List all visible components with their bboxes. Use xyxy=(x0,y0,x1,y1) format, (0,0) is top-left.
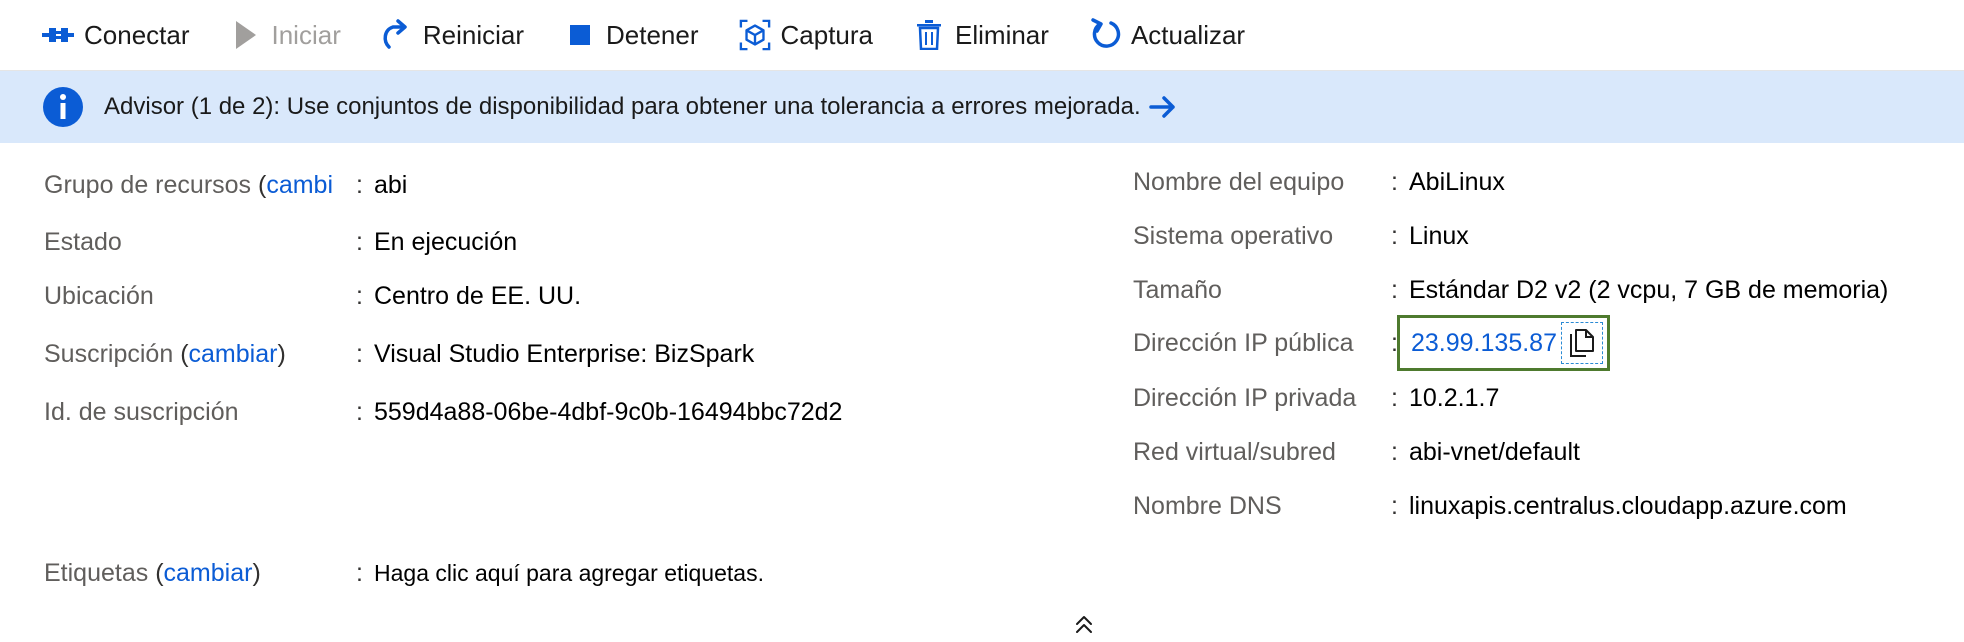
separator: : xyxy=(1391,275,1398,304)
restart-icon xyxy=(381,19,413,51)
stop-icon xyxy=(564,19,596,51)
dns-label: Nombre DNS xyxy=(1133,491,1282,520)
property-public-ip: Dirección IP pública : 23.99.135.87 xyxy=(1133,314,1610,372)
refresh-label: Actualizar xyxy=(1130,19,1246,50)
separator: : xyxy=(356,170,363,199)
chevron-double-up-icon[interactable] xyxy=(1072,612,1096,636)
property-private-ip: Dirección IP privada : 10.2.1.7 xyxy=(1133,378,1499,418)
location-label: Ubicación xyxy=(44,281,154,310)
delete-label: Eliminar xyxy=(955,19,1049,50)
restart-label: Reiniciar xyxy=(422,19,525,50)
capture-label: Captura xyxy=(780,19,874,50)
tags-change-link[interactable]: cambiar xyxy=(164,559,253,587)
separator: : xyxy=(356,227,363,256)
separator: : xyxy=(356,339,363,368)
property-os: Sistema operativo : Linux xyxy=(1133,216,1469,256)
separator: : xyxy=(1391,437,1398,466)
resource-group-link[interactable]: abi xyxy=(374,171,407,200)
property-computer-name: Nombre del equipo : AbiLinux xyxy=(1133,162,1505,202)
property-status: Estado : En ejecución xyxy=(44,222,517,262)
property-location: Ubicación : Centro de EE. UU. xyxy=(44,276,581,316)
property-tags: Etiquetas (cambiar) : Haga clic aquí par… xyxy=(44,553,764,593)
start-label: Iniciar xyxy=(271,19,341,50)
status-value: En ejecución xyxy=(374,227,518,256)
property-subscription: Suscripción (cambiar) : Visual Studio En… xyxy=(44,334,754,374)
start-button[interactable]: Iniciar xyxy=(230,11,341,59)
property-resource-group: Grupo de recursos (cambi : abi xyxy=(44,165,407,205)
property-dns: Nombre DNS : linuxapis.centralus.cloudap… xyxy=(1133,486,1847,526)
computer-name-value: AbiLinux xyxy=(1409,167,1505,196)
info-icon xyxy=(43,87,83,127)
public-ip-link[interactable]: 23.99.135.87 xyxy=(1411,329,1557,358)
resource-group-change-link[interactable]: cambi xyxy=(266,171,333,199)
subscription-id-value: 559d4a88-06be-4dbf-9c0b-16494bbc72d2 xyxy=(374,397,843,426)
subscription-change-link[interactable]: cambiar xyxy=(189,340,278,368)
os-value: Linux xyxy=(1409,221,1469,250)
advisor-banner: Advisor (1 de 2): Use conjuntos de dispo… xyxy=(0,71,1964,143)
arrow-right-icon[interactable] xyxy=(1148,95,1177,119)
separator: : xyxy=(1391,491,1398,520)
vnet-link[interactable]: abi-vnet/default xyxy=(1409,438,1580,467)
stop-label: Detener xyxy=(606,19,699,50)
capture-button[interactable]: Captura xyxy=(739,11,874,59)
computer-name-label: Nombre del equipo xyxy=(1133,167,1345,196)
os-label: Sistema operativo xyxy=(1133,221,1334,250)
connect-label: Conectar xyxy=(84,19,190,50)
separator: : xyxy=(356,281,363,310)
copy-icon xyxy=(1569,329,1594,357)
stop-button[interactable]: Detener xyxy=(564,11,699,59)
connect-icon xyxy=(42,19,74,51)
size-label: Tamaño xyxy=(1133,275,1222,304)
private-ip-value: 10.2.1.7 xyxy=(1409,383,1500,412)
connect-button[interactable]: Conectar xyxy=(42,11,190,59)
tags-label: Etiquetas (cambiar) xyxy=(44,558,261,587)
subscription-link[interactable]: Visual Studio Enterprise: BizSpark xyxy=(374,340,754,369)
vnet-label: Red virtual/subred xyxy=(1133,437,1336,466)
separator: : xyxy=(1391,221,1398,250)
capture-icon xyxy=(739,19,771,51)
status-label: Estado xyxy=(44,227,122,256)
copy-button[interactable] xyxy=(1560,322,1603,364)
separator: : xyxy=(1391,167,1398,196)
property-subscription-id: Id. de suscripción : 559d4a88-06be-4dbf-… xyxy=(44,392,842,432)
location-value: Centro de EE. UU. xyxy=(374,281,582,310)
refresh-button[interactable]: Actualizar xyxy=(1089,11,1245,59)
separator: : xyxy=(1391,383,1398,412)
private-ip-label: Dirección IP privada xyxy=(1133,383,1357,412)
command-bar: Conectar Iniciar Reiniciar Detener Captu… xyxy=(0,0,1964,71)
restart-button[interactable]: Reiniciar xyxy=(381,11,524,59)
resource-group-label: Grupo de recursos (cambi xyxy=(44,170,334,199)
public-ip-highlight: 23.99.135.87 xyxy=(1397,315,1610,371)
size-value: Estándar D2 v2 (2 vcpu, 7 GB de memoria) xyxy=(1409,275,1889,304)
subscription-id-label: Id. de suscripción xyxy=(44,397,239,426)
play-icon xyxy=(230,19,262,51)
property-size: Tamaño : Estándar D2 v2 (2 vcpu, 7 GB de… xyxy=(1133,270,1888,310)
refresh-icon xyxy=(1089,18,1121,51)
add-tags-link[interactable]: Haga clic aquí para agregar etiquetas. xyxy=(374,560,764,587)
separator: : xyxy=(356,397,363,426)
property-vnet: Red virtual/subred : abi-vnet/default xyxy=(1133,432,1580,472)
separator: : xyxy=(356,558,363,587)
subscription-label: Suscripción (cambiar) xyxy=(44,339,286,368)
delete-button[interactable]: Eliminar xyxy=(913,11,1049,59)
public-ip-label: Dirección IP pública xyxy=(1133,328,1354,357)
dns-link[interactable]: linuxapis.centralus.cloudapp.azure.com xyxy=(1409,492,1847,521)
advisor-message: Advisor (1 de 2): Use conjuntos de dispo… xyxy=(104,93,1141,120)
trash-icon xyxy=(913,19,945,51)
